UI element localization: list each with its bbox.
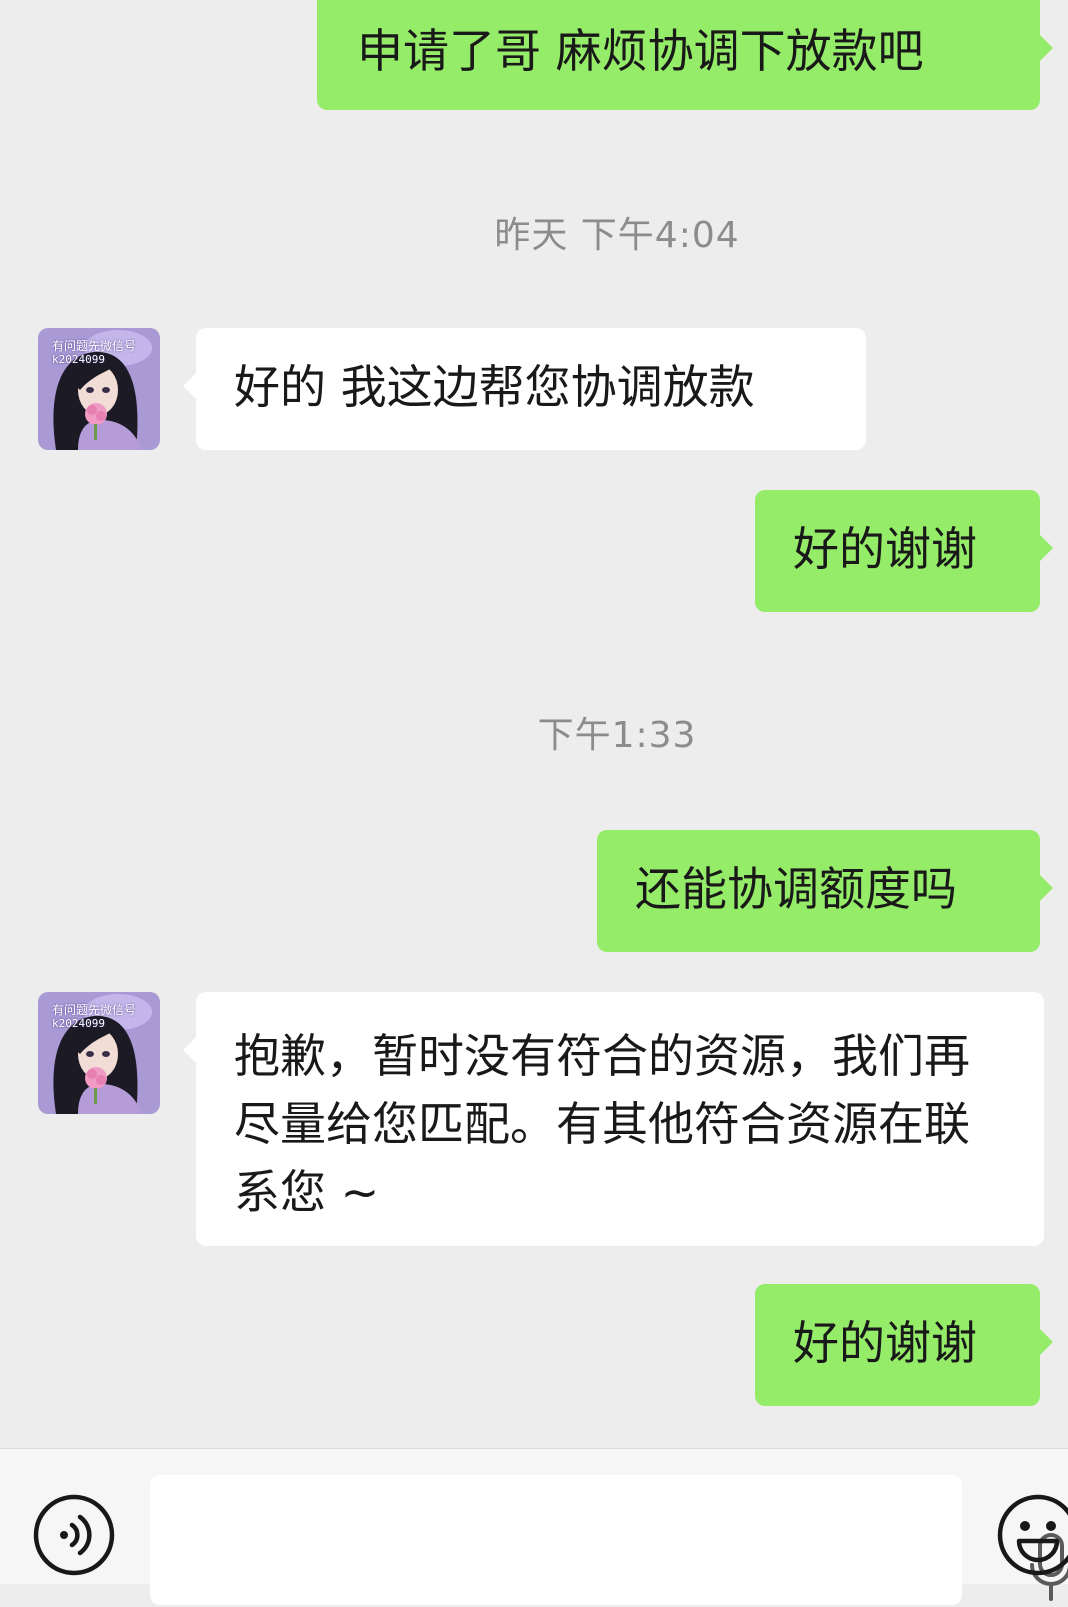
contact-avatar[interactable]: 有问题先微信号 k2024099: [38, 992, 160, 1114]
voice-mode-icon[interactable]: [32, 1493, 116, 1577]
avatar-caption: 有问题先微信号: [52, 339, 137, 353]
contact-message-bubble[interactable]: 抱歉，暂时没有符合的资源，我们再尽量给您匹配。有其他符合资源在联系您 ~: [183, 992, 1044, 1246]
message-text: 申请了哥 麻烦协调下放款吧: [357, 24, 924, 78]
message-text: 还能协调额度吗: [635, 862, 957, 916]
my-message-bubble[interactable]: 申请了哥 麻烦协调下放款吧: [317, 0, 1053, 110]
avatar-wechat-id: k2024099: [52, 1017, 105, 1030]
message-text: 好的谢谢: [793, 522, 977, 576]
contact-avatar[interactable]: 有问题先微信号 k2024099: [38, 328, 160, 450]
chat-history: 申请了哥 麻烦协调下放款吧 昨天 下午4:04 有问题先微信号 k2024099…: [0, 0, 1068, 1448]
my-message-bubble[interactable]: 还能协调额度吗: [597, 830, 1053, 952]
message-text: 好的 我这边帮您协调放款: [234, 360, 755, 414]
contact-message-bubble[interactable]: 好的 我这边帮您协调放款: [183, 328, 866, 450]
message-input[interactable]: [150, 1475, 1068, 1605]
my-message-bubble[interactable]: 好的谢谢: [755, 490, 1053, 612]
message-text: 好的谢谢: [793, 1316, 977, 1370]
avatar-wechat-id: k2024099: [52, 353, 105, 366]
timestamp: 下午1:33: [537, 715, 697, 756]
input-bar: [0, 1448, 1068, 1605]
message-text: 抱歉，暂时没有符合的资源，我们再尽量给您匹配。有其他符合资源在联系您 ~: [234, 1029, 970, 1219]
my-message-bubble[interactable]: 好的谢谢: [755, 1284, 1053, 1406]
timestamp: 昨天 下午4:04: [494, 215, 740, 256]
emoji-icon[interactable]: [994, 1491, 1068, 1581]
avatar-caption: 有问题先微信号: [52, 1003, 137, 1017]
